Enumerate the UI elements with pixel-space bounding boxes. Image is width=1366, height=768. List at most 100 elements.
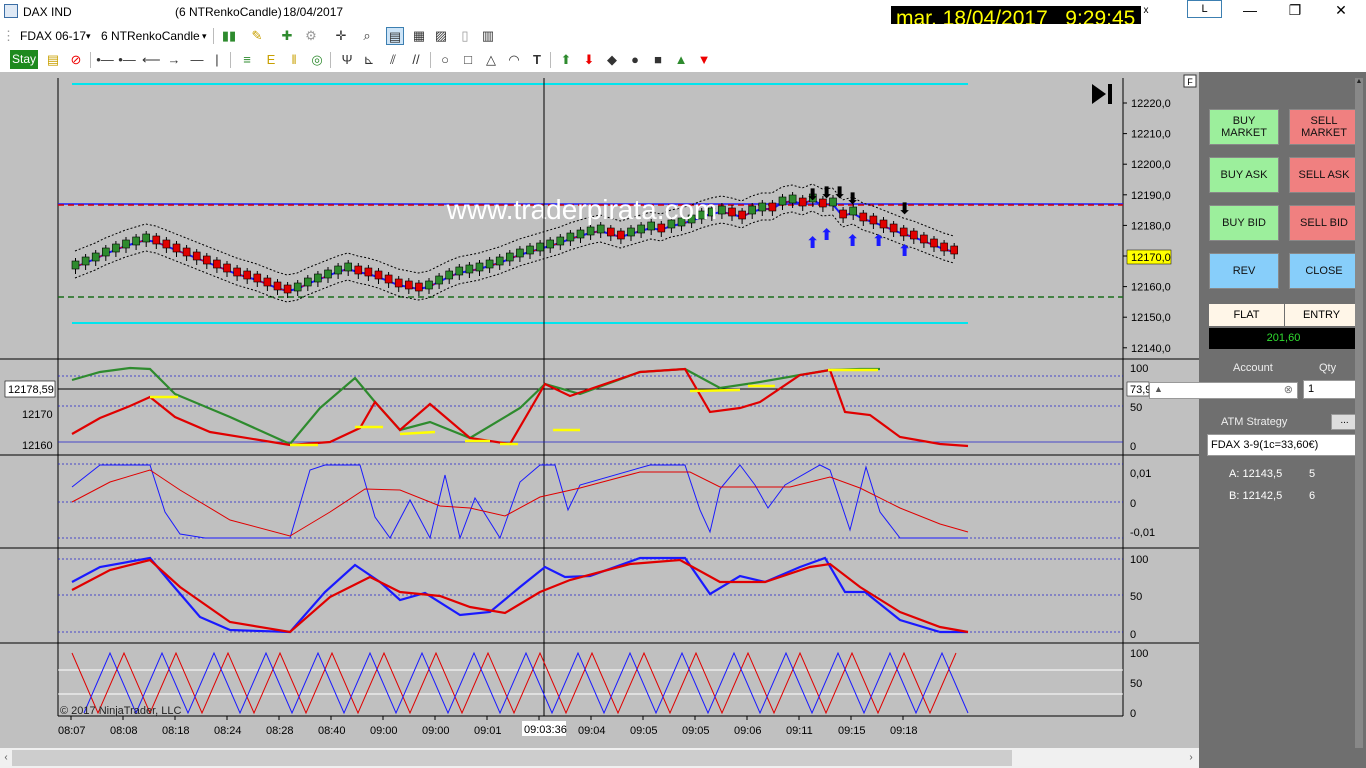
reverse-button[interactable]: REV [1209,253,1279,289]
account-input[interactable]: ▲ ⊗ [1149,382,1298,399]
arrow-right-icon[interactable]: → [165,51,183,69]
up-candle [425,280,433,290]
instrument-select[interactable]: FDAX 06-17 [20,29,86,43]
copy-icon[interactable]: ▯ [456,27,474,45]
down-candle [364,267,373,277]
step-forward-icon[interactable] [1092,84,1112,104]
rectangle-icon[interactable]: □ [459,51,477,69]
panel2-axis-label: 100 [1130,363,1148,375]
panel5-blue-line [83,651,969,715]
chart-canvas[interactable]: www.traderpirata.com ⬇ ⬇ ⬇ ⬇ ⬇ ⬆ ⬆ ⬆ ⬆ ⬆… [0,72,1199,748]
panel5-axis-label: 0 [1130,708,1136,720]
strategy-icon[interactable]: ⚙ [302,27,320,45]
down-candle [930,238,938,248]
up-candle [112,243,120,253]
sell-ask-button[interactable]: SELL ASK [1289,157,1359,193]
sell-market-button[interactable]: SELL MARKET [1289,109,1359,145]
fib-time-icon[interactable]: ‖ [285,51,303,69]
up-candle [314,273,322,283]
fib-extension-icon[interactable]: E [262,51,280,69]
data-box-icon[interactable]: ▤ [386,27,404,45]
minimize-icon[interactable]: — [1235,2,1265,20]
horizontal-scrollbar[interactable]: ‹ › [0,748,1199,768]
stay-button[interactable]: Stay [10,50,38,69]
sell-signal-arrow: ⬇ [806,185,819,204]
fib-retracement-icon[interactable]: ≡ [238,51,256,69]
square-icon[interactable]: ■ [649,51,667,69]
properties-icon[interactable]: ▦ [410,27,428,45]
ray-line-icon[interactable]: •— [96,51,114,69]
scroll-left-icon[interactable]: ‹ [0,750,12,766]
time-axis-label: 09:15 [838,725,866,737]
arrow-up-icon[interactable]: ⬆ [557,51,575,69]
ellipse-icon[interactable]: ○ [436,51,454,69]
draw-toolbar-icon[interactable]: ▤ [44,51,62,69]
up-candle [344,262,353,272]
toolbar-divider [330,52,331,68]
chart-trader-icon[interactable]: ▨ [432,27,450,45]
triangle-down-icon[interactable]: ▼ [695,51,713,69]
up-candle [455,266,464,276]
atm-settings-button[interactable]: ... [1331,414,1358,430]
fib-circle-icon[interactable]: ◎ [308,51,326,69]
up-candle [556,236,565,246]
down-candle [273,281,282,291]
text-icon[interactable]: T [528,51,546,69]
chart-area[interactable]: www.traderpirata.com ⬇ ⬇ ⬇ ⬇ ⬇ ⬆ ⬆ ⬆ ⬆ ⬆… [0,72,1199,748]
andrews-pitchfork-icon[interactable]: Ψ [338,51,356,69]
triangle-icon[interactable]: △ [482,51,500,69]
clear-icon[interactable]: ⊗ [1284,383,1293,396]
time-axis-label: 09:06 [734,725,762,737]
regression-channel-icon[interactable]: ⫽ [384,51,402,69]
template-icon[interactable]: ▥ [479,27,497,45]
diamond-icon[interactable]: ◆ [603,51,621,69]
scroll-up-icon[interactable]: ▲ [1355,78,1363,88]
horizontal-line-icon[interactable]: — [188,51,206,69]
buy-bid-button[interactable]: BUY BID [1209,205,1279,241]
zoom-icon[interactable]: ⌕ [358,27,376,45]
indicator-icon[interactable]: ✚ [278,27,296,45]
remove-drawings-icon[interactable]: ⊘ [67,51,85,69]
maximize-icon[interactable]: ❐ [1280,2,1310,20]
candlestick-style-icon[interactable]: ▮▮ [220,27,238,45]
scroll-right-icon[interactable]: › [1185,750,1197,766]
down-candle [384,274,393,284]
bar-type-select[interactable]: 6 NTRenkoCandle [101,29,200,43]
scrollbar-thumb[interactable] [12,750,1012,766]
down-candle [253,273,262,283]
down-candle [728,207,736,217]
position-status: FLAT [1209,304,1284,326]
crosshair-icon[interactable]: ✛ [332,27,350,45]
sell-bid-button[interactable]: SELL BID [1289,205,1359,241]
vertical-line-icon[interactable]: | [208,51,226,69]
qty-label: Qty [1319,362,1337,374]
up-candle [566,232,575,242]
close-window-icon[interactable]: ✕ [1326,2,1356,20]
arc-icon[interactable]: ◠ [505,51,523,69]
account-dropdown-icon[interactable]: ▲ [1154,384,1163,394]
arrow-line-icon[interactable]: ⟵ [142,51,161,69]
price-axis-label: 12180,0 [1131,220,1171,232]
up-candle [536,242,544,252]
trend-channel-icon[interactable]: // [407,51,425,69]
close-position-button[interactable]: CLOSE [1289,253,1359,289]
price-axis-labels: 12220,0 12210,0 12200,0 12190,0 12180,0 12170… [1123,98,1171,355]
atm-strategy-select[interactable]: FDAX 3-9(1c=33,60€) [1207,434,1359,456]
instrument-dropdown-icon[interactable]: ▾ [86,31,91,42]
qty-input[interactable]: 1 [1303,380,1359,399]
buy-market-button[interactable]: BUY MARKET [1209,109,1279,145]
panel5-axis-label: 50 [1130,678,1142,690]
triangle-up-icon[interactable]: ▲ [672,51,690,69]
level-a-size: 5 [1309,468,1316,480]
time-axis-label: 09:04 [578,725,606,737]
bar-type-dropdown-icon[interactable]: ▾ [202,31,207,42]
layout-button[interactable]: L [1187,0,1222,18]
extended-line-icon[interactable]: •—• [118,51,136,85]
pencil-icon[interactable]: ✎ [248,27,266,45]
buy-ask-button[interactable]: BUY ASK [1209,157,1279,193]
side-panel-scrollbar[interactable]: ▲ [1355,78,1363,748]
gann-fan-icon[interactable]: ⊾ [360,51,378,69]
dot-icon[interactable]: ● [626,51,644,69]
arrow-down-icon[interactable]: ⬇ [580,51,598,69]
down-candle [909,230,918,240]
